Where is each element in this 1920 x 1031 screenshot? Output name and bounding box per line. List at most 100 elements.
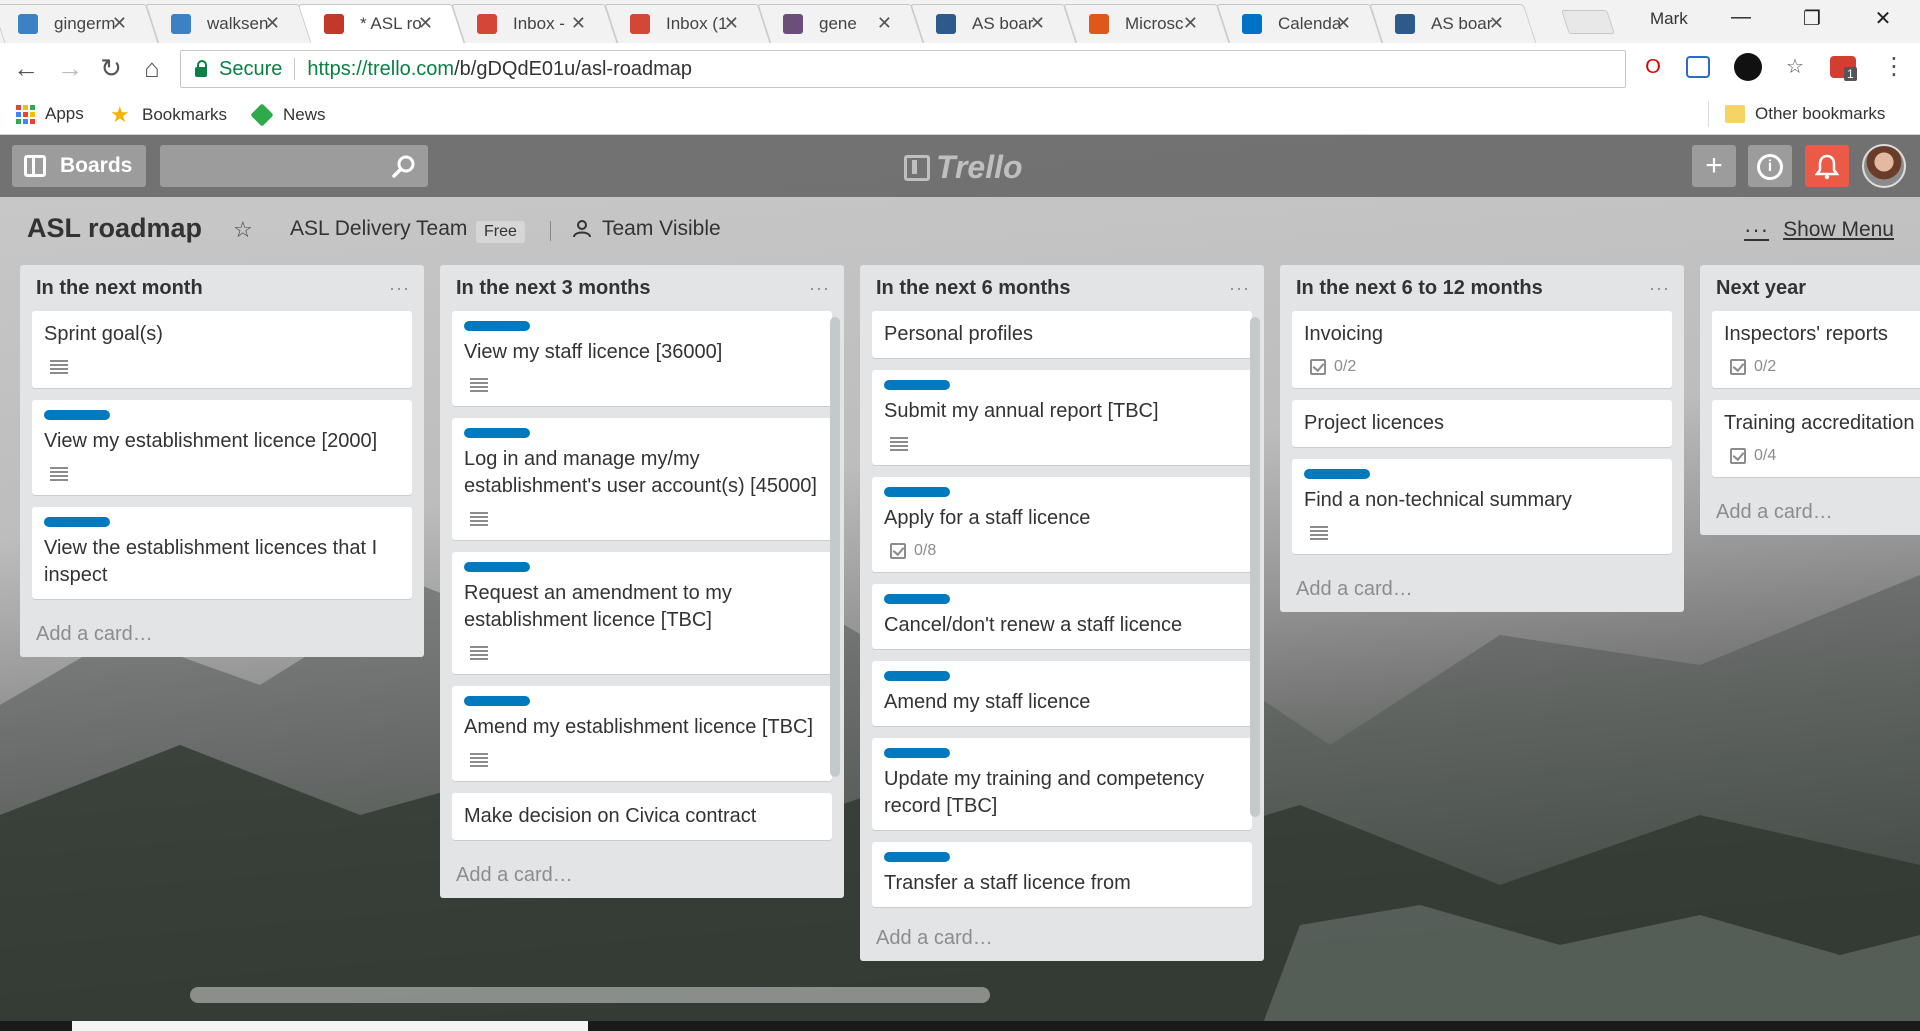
tab-close-icon[interactable]: ✕ xyxy=(112,13,127,34)
news-bookmark[interactable]: News xyxy=(250,103,326,127)
card[interactable]: Amend my staff licence xyxy=(872,661,1252,726)
add-card-button[interactable]: Add a card… xyxy=(440,852,844,898)
card-title: Amend my staff licence xyxy=(884,691,1091,713)
tab-close-icon[interactable]: ✕ xyxy=(724,13,739,34)
cast-icon[interactable] xyxy=(1686,56,1710,78)
list-title[interactable]: Next year xyxy=(1716,277,1806,300)
forward-arrow-icon[interactable]: → xyxy=(54,53,86,84)
apps-bookmark[interactable]: Apps xyxy=(16,104,84,124)
browser-tab[interactable]: AS boar ✕ xyxy=(1367,4,1522,43)
home-icon[interactable]: ⌂ xyxy=(136,53,168,84)
list-menu-icon[interactable]: ··· xyxy=(1649,278,1670,299)
list-scrollbar[interactable] xyxy=(830,317,840,777)
card[interactable]: View my staff licence [36000] xyxy=(452,311,832,406)
new-tab-button[interactable] xyxy=(1561,10,1615,34)
card[interactable]: Inspectors' reports 0/2 xyxy=(1712,311,1920,388)
opera-icon[interactable]: O xyxy=(1639,53,1667,81)
taskbar-strip xyxy=(0,1021,1920,1031)
list-header[interactable]: Next year··· xyxy=(1700,265,1920,311)
tab-close-icon[interactable]: ✕ xyxy=(1336,13,1351,34)
list-menu-icon[interactable]: ··· xyxy=(809,278,830,299)
card[interactable]: View my establishment licence [2000] xyxy=(32,400,412,495)
browser-tab[interactable]: Inbox - ✕ xyxy=(449,4,604,43)
profile-name[interactable]: Mark xyxy=(1650,9,1688,29)
tab-close-icon[interactable]: ✕ xyxy=(418,13,433,34)
list-header[interactable]: In the next month ··· xyxy=(20,265,424,311)
browser-tab[interactable]: Calenda ✕ xyxy=(1214,4,1369,43)
horizontal-scrollbar[interactable] xyxy=(190,987,990,1003)
star-board-icon[interactable]: ☆ xyxy=(233,217,253,243)
reload-icon[interactable]: ↻ xyxy=(95,53,127,84)
card[interactable]: Amend my establishment licence [TBC] xyxy=(452,686,832,781)
calendar-extension-icon[interactable]: 1 xyxy=(1830,56,1857,81)
add-card-button[interactable]: Add a card… xyxy=(1700,489,1920,535)
restore-icon[interactable]: ❐ xyxy=(1797,6,1827,31)
card-title: Find a non-technical summary xyxy=(1304,489,1572,511)
card[interactable]: Personal profiles xyxy=(872,311,1252,358)
chrome-menu-icon[interactable]: ⋮ xyxy=(1880,53,1908,81)
card[interactable]: Apply for a staff licence 0/8 xyxy=(872,477,1252,572)
back-arrow-icon[interactable]: ← xyxy=(10,53,42,84)
card[interactable]: Update my training and competency record… xyxy=(872,738,1252,830)
card[interactable]: Make decision on Civica contract xyxy=(452,793,832,840)
card-badges: 0/2 xyxy=(1304,356,1660,378)
card[interactable]: Log in and manage my/my establishment's … xyxy=(452,418,832,540)
list-scrollbar[interactable] xyxy=(1250,317,1260,817)
tab-close-icon[interactable]: ✕ xyxy=(1030,13,1045,34)
card[interactable]: Submit my annual report [TBC] xyxy=(872,370,1252,465)
tab-close-icon[interactable]: ✕ xyxy=(877,13,892,34)
minimize-icon[interactable]: — xyxy=(1726,6,1756,29)
browser-tab[interactable]: AS boar ✕ xyxy=(908,4,1063,43)
show-menu-link[interactable]: ··· Show Menu xyxy=(1744,217,1894,243)
list-menu-icon[interactable]: ··· xyxy=(1229,278,1250,299)
card[interactable]: Sprint goal(s) xyxy=(32,311,412,388)
list-menu-icon[interactable]: ··· xyxy=(389,278,410,299)
card-label xyxy=(884,671,950,681)
search-input[interactable] xyxy=(160,145,428,187)
trello-logo[interactable]: Trello xyxy=(904,149,1023,186)
add-button[interactable]: + xyxy=(1692,145,1736,187)
browser-tab[interactable]: Inbox (1 ✕ xyxy=(602,4,757,43)
bookmark-star-icon[interactable]: ☆ xyxy=(1781,53,1809,81)
tab-close-icon[interactable]: ✕ xyxy=(1489,13,1504,34)
card[interactable]: Cancel/don't renew a staff licence xyxy=(872,584,1252,649)
tab-close-icon[interactable]: ✕ xyxy=(1183,13,1198,34)
other-bookmarks[interactable]: Other bookmarks xyxy=(1725,104,1885,124)
list-header[interactable]: In the next 6 to 12 months ··· xyxy=(1280,265,1684,311)
list-header[interactable]: In the next 6 months ··· xyxy=(860,265,1264,311)
visibility-button[interactable]: Team Visible xyxy=(572,217,721,241)
avatar[interactable] xyxy=(1862,144,1906,188)
card[interactable]: Request an amendment to my establishment… xyxy=(452,552,832,674)
list-title[interactable]: In the next 3 months xyxy=(456,277,650,300)
notifications-button[interactable] xyxy=(1805,145,1849,187)
card-list: Invoicing 0/2 Project licences Find a non-t… xyxy=(1280,311,1684,566)
bookmarks-bookmark[interactable]: ★ Bookmarks xyxy=(110,104,227,126)
info-button[interactable]: i xyxy=(1748,145,1792,187)
card[interactable]: Transfer a staff licence from xyxy=(872,842,1252,907)
browser-tab[interactable]: * ASL ro ✕ xyxy=(296,4,451,43)
card[interactable]: Training accreditation 0/4 xyxy=(1712,400,1920,477)
list-title[interactable]: In the next month xyxy=(36,277,203,300)
browser-tab[interactable]: gene ✕ xyxy=(755,4,910,43)
tab-close-icon[interactable]: ✕ xyxy=(265,13,280,34)
boards-button[interactable]: Boards xyxy=(12,145,146,187)
browser-tab[interactable]: gingerm ✕ xyxy=(0,4,145,43)
list-header[interactable]: In the next 3 months ··· xyxy=(440,265,844,311)
list-title[interactable]: In the next 6 to 12 months xyxy=(1296,277,1543,300)
card[interactable]: Project licences xyxy=(1292,400,1672,447)
browser-tab[interactable]: walksen ✕ xyxy=(143,4,298,43)
list-title[interactable]: In the next 6 months xyxy=(876,277,1070,300)
tab-close-icon[interactable]: ✕ xyxy=(571,13,586,34)
board-title[interactable]: ASL roadmap xyxy=(27,213,202,244)
add-card-button[interactable]: Add a card… xyxy=(860,915,1264,961)
card[interactable]: Invoicing 0/2 xyxy=(1292,311,1672,388)
add-card-button[interactable]: Add a card… xyxy=(20,611,424,657)
add-card-button[interactable]: Add a card… xyxy=(1280,566,1684,612)
browser-tab[interactable]: Microsc ✕ xyxy=(1061,4,1216,43)
card[interactable]: View the establishment licences that I i… xyxy=(32,507,412,599)
team-name[interactable]: ASL Delivery Team xyxy=(290,217,467,241)
card[interactable]: Find a non-technical summary xyxy=(1292,459,1672,554)
address-bar[interactable]: Secure https://trello.com/b/gDQdE01u/asl… xyxy=(180,50,1626,88)
camera-extension-icon[interactable] xyxy=(1734,53,1762,81)
close-window-icon[interactable]: ✕ xyxy=(1868,6,1898,31)
